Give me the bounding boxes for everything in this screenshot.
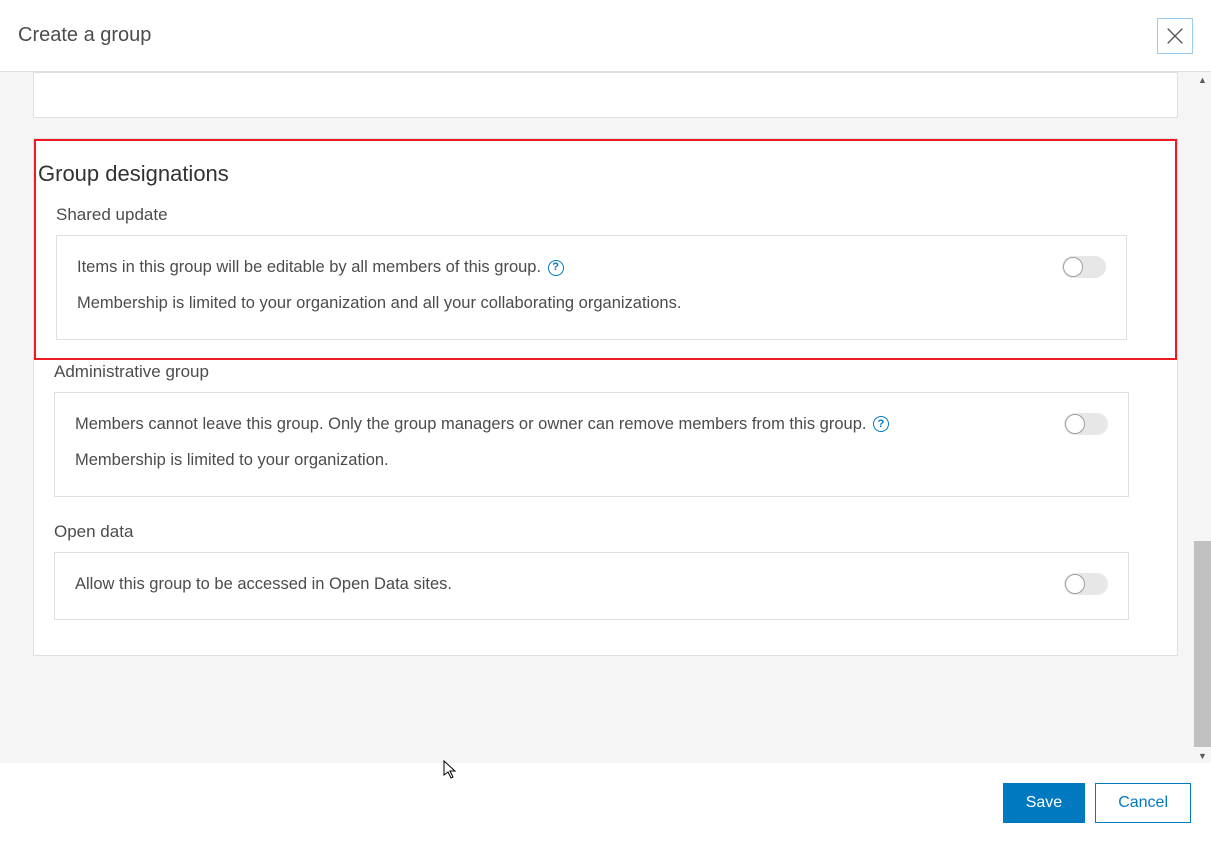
- help-icon[interactable]: ?: [548, 260, 564, 276]
- close-button[interactable]: [1157, 18, 1193, 54]
- admin-group-subsection: Administrative group Members cannot leav…: [34, 362, 1177, 497]
- scrollbar-thumb[interactable]: [1194, 541, 1211, 747]
- dialog-footer: Save Cancel: [0, 763, 1211, 843]
- admin-group-description: Members cannot leave this group. Only th…: [75, 411, 1044, 474]
- previous-section-card: [33, 72, 1178, 118]
- shared-update-description: Items in this group will be editable by …: [77, 254, 1042, 317]
- help-icon[interactable]: ?: [873, 416, 889, 432]
- section-title: Group designations: [36, 141, 1175, 205]
- save-button[interactable]: Save: [1003, 783, 1085, 823]
- content-inner: Group designations Shared update Items i…: [0, 72, 1211, 656]
- open-data-option: Allow this group to be accessed in Open …: [54, 552, 1129, 620]
- dialog-title: Create a group: [18, 24, 151, 47]
- scroll-up-arrow[interactable]: ▲: [1194, 72, 1211, 87]
- close-icon: [1164, 25, 1186, 47]
- admin-group-label: Administrative group: [54, 362, 1129, 382]
- open-data-description: Allow this group to be accessed in Open …: [75, 571, 1044, 597]
- admin-group-toggle[interactable]: [1064, 413, 1108, 435]
- shared-update-option: Items in this group will be editable by …: [56, 235, 1127, 340]
- open-data-toggle[interactable]: [1064, 573, 1108, 595]
- admin-group-option: Members cannot leave this group. Only th…: [54, 392, 1129, 497]
- admin-group-line1: Members cannot leave this group. Only th…: [75, 415, 866, 433]
- dialog-header: Create a group: [0, 0, 1211, 72]
- shared-update-subsection: Shared update Items in this group will b…: [36, 205, 1175, 340]
- admin-group-line2: Membership is limited to your organizati…: [75, 447, 1044, 473]
- scroll-down-arrow[interactable]: ▼: [1194, 748, 1211, 763]
- content-scroll-area[interactable]: Group designations Shared update Items i…: [0, 72, 1211, 763]
- shared-update-toggle[interactable]: [1062, 256, 1106, 278]
- open-data-subsection: Open data Allow this group to be accesse…: [34, 522, 1177, 620]
- shared-update-highlight: Group designations Shared update Items i…: [34, 139, 1177, 360]
- open-data-label: Open data: [54, 522, 1129, 542]
- cancel-button[interactable]: Cancel: [1095, 783, 1191, 823]
- shared-update-line2: Membership is limited to your organizati…: [77, 290, 1042, 316]
- shared-update-line1: Items in this group will be editable by …: [77, 258, 541, 276]
- group-designations-card: Group designations Shared update Items i…: [33, 138, 1178, 656]
- open-data-line1: Allow this group to be accessed in Open …: [75, 571, 1044, 597]
- shared-update-label: Shared update: [56, 205, 1127, 225]
